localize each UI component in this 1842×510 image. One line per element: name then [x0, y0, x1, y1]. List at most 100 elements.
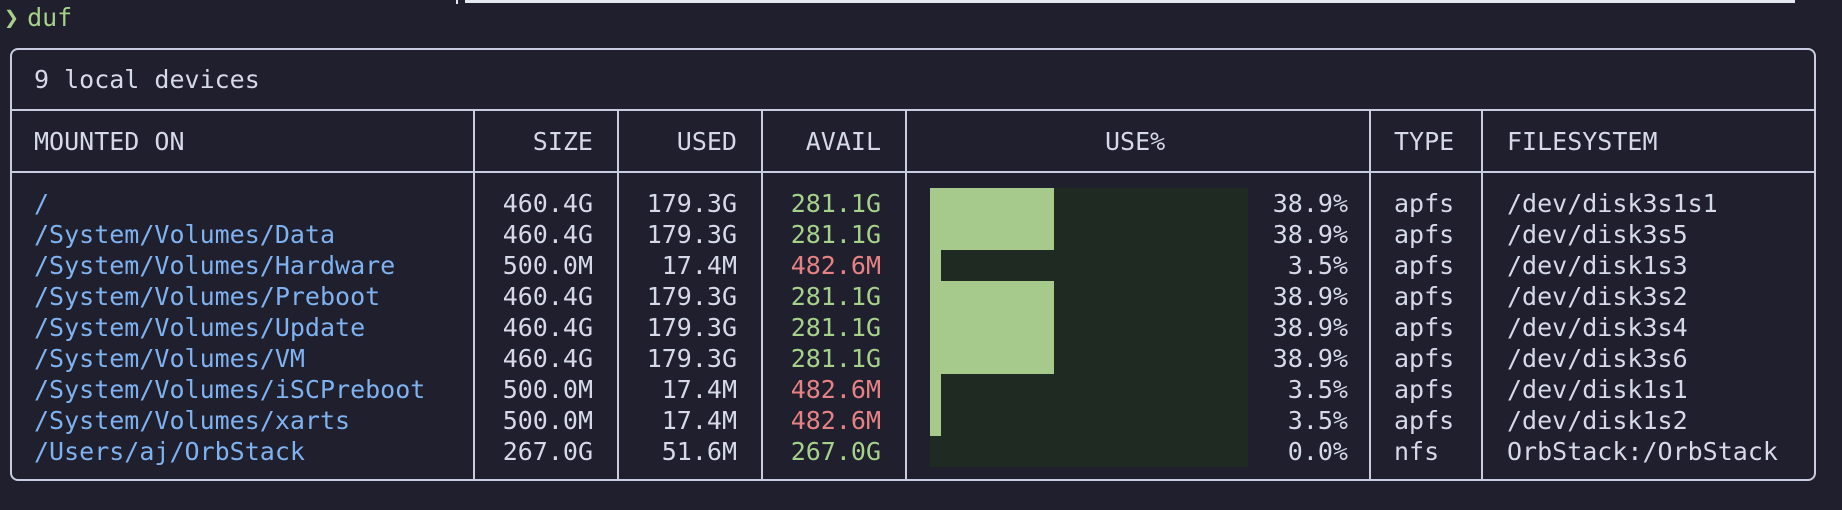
size-value: 267.0G	[502, 437, 593, 466]
usage-bar-track	[930, 343, 1248, 374]
mount-path: /System/Volumes/iSCPreboot	[34, 375, 426, 404]
fs-type: apfs	[1394, 344, 1455, 373]
column-divider	[1369, 109, 1371, 481]
use-percent-value: 3.5%	[1287, 406, 1348, 435]
usage-bar-fill	[930, 281, 1054, 312]
header-bottom-divider	[10, 171, 1816, 173]
filesystem-device: /dev/disk3s1s1	[1507, 189, 1718, 218]
shell-prompt: ❯ duf	[4, 2, 72, 34]
use-percent-value: 38.9%	[1272, 282, 1348, 311]
terminal-top-tick	[456, 0, 458, 4]
filesystem-device: /dev/disk3s6	[1507, 344, 1688, 373]
avail-value: 267.0G	[790, 437, 881, 466]
size-value: 460.4G	[502, 313, 593, 342]
filesystem-device: /dev/disk1s1	[1507, 375, 1688, 404]
header-avail: AVAIL	[805, 127, 881, 156]
fs-type: apfs	[1394, 406, 1455, 435]
usage-bar-fill	[930, 219, 1054, 250]
avail-value: 281.1G	[790, 344, 881, 373]
prompt-chevron-icon: ❯	[4, 3, 20, 32]
column-divider	[1481, 109, 1483, 481]
used-value: 179.3G	[646, 282, 737, 311]
header-top-divider	[10, 109, 1816, 111]
avail-value: 482.6M	[790, 251, 881, 280]
header-mounted-on: MOUNTED ON	[34, 127, 185, 156]
use-percent-value: 38.9%	[1272, 220, 1348, 249]
used-value: 179.3G	[646, 220, 737, 249]
size-value: 500.0M	[502, 406, 593, 435]
size-value: 460.4G	[502, 344, 593, 373]
used-value: 179.3G	[646, 344, 737, 373]
usage-bar-fill	[930, 188, 1054, 219]
size-value: 460.4G	[502, 189, 593, 218]
terminal-top-border	[465, 0, 1795, 3]
mount-path: /System/Volumes/Update	[34, 313, 366, 342]
mount-path: /System/Volumes/Preboot	[34, 282, 381, 311]
filesystem-device: /dev/disk3s2	[1507, 282, 1688, 311]
fs-type: apfs	[1394, 251, 1455, 280]
usage-bar-track	[930, 405, 1248, 436]
size-value: 460.4G	[502, 282, 593, 311]
header-filesystem: FILESYSTEM	[1507, 127, 1658, 156]
used-value: 51.6M	[661, 437, 737, 466]
column-divider	[905, 109, 907, 481]
fs-type: apfs	[1394, 313, 1455, 342]
fs-type: apfs	[1394, 220, 1455, 249]
prompt-command: duf	[27, 3, 73, 32]
use-percent-value: 0.0%	[1287, 437, 1348, 466]
mount-path: /System/Volumes/Hardware	[34, 251, 396, 280]
usage-bar-fill	[930, 343, 1054, 374]
column-divider	[473, 109, 475, 481]
usage-bar-track	[930, 219, 1248, 250]
use-percent-value: 38.9%	[1272, 344, 1348, 373]
used-value: 17.4M	[661, 375, 737, 404]
mount-path: /Users/aj/OrbStack	[34, 437, 305, 466]
avail-value: 281.1G	[790, 220, 881, 249]
usage-bar-track	[930, 281, 1248, 312]
header-use-percent: USE%	[1105, 127, 1166, 156]
column-divider	[617, 109, 619, 481]
use-percent-value: 3.5%	[1287, 251, 1348, 280]
used-value: 179.3G	[646, 313, 737, 342]
mount-path: /System/Volumes/VM	[34, 344, 305, 373]
use-percent-value: 3.5%	[1287, 375, 1348, 404]
used-value: 17.4M	[661, 406, 737, 435]
filesystem-device: /dev/disk1s2	[1507, 406, 1688, 435]
filesystem-device: /dev/disk1s3	[1507, 251, 1688, 280]
header-type: TYPE	[1394, 127, 1455, 156]
usage-bar-fill	[930, 405, 941, 436]
used-value: 179.3G	[646, 189, 737, 218]
avail-value: 281.1G	[790, 189, 881, 218]
filesystem-device: /dev/disk3s4	[1507, 313, 1688, 342]
size-value: 460.4G	[502, 220, 593, 249]
filesystem-device: OrbStack:/OrbStack	[1507, 437, 1778, 466]
fs-type: apfs	[1394, 189, 1455, 218]
column-divider	[761, 109, 763, 481]
fs-type: apfs	[1394, 282, 1455, 311]
header-size: SIZE	[532, 127, 593, 156]
filesystem-device: /dev/disk3s5	[1507, 220, 1688, 249]
avail-value: 482.6M	[790, 375, 881, 404]
usage-bar-track	[930, 250, 1248, 281]
avail-value: 281.1G	[790, 313, 881, 342]
size-value: 500.0M	[502, 251, 593, 280]
fs-type: nfs	[1394, 437, 1440, 466]
usage-bar-track	[930, 312, 1248, 343]
size-value: 500.0M	[502, 375, 593, 404]
mount-path: /System/Volumes/Data	[34, 220, 336, 249]
use-percent-value: 38.9%	[1272, 189, 1348, 218]
usage-bar-track	[930, 436, 1248, 467]
mount-path: /System/Volumes/xarts	[34, 406, 351, 435]
usage-bar-fill	[930, 312, 1054, 343]
mount-path: /	[34, 189, 50, 218]
avail-value: 482.6M	[790, 406, 881, 435]
fs-type: apfs	[1394, 375, 1455, 404]
header-used: USED	[676, 127, 737, 156]
usage-bar-fill	[930, 374, 941, 405]
usage-bar-track	[930, 374, 1248, 405]
table-title: 9 local devices	[34, 65, 260, 94]
usage-bar-track	[930, 188, 1248, 219]
usage-bar-fill	[930, 250, 941, 281]
used-value: 17.4M	[661, 251, 737, 280]
avail-value: 281.1G	[790, 282, 881, 311]
